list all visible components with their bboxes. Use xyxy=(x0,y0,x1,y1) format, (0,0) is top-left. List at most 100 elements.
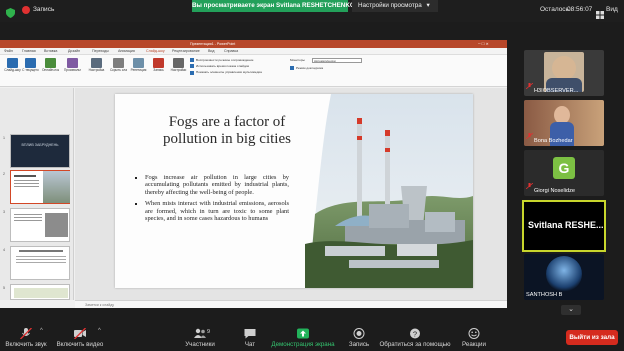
ribbon-tab[interactable]: Главная xyxy=(22,48,36,55)
slide-thumbnail-1[interactable]: ВПЛИВ ЗАБРУДНЕНЬ xyxy=(10,134,70,168)
record-button[interactable]: Запись xyxy=(344,326,374,351)
ribbon-tab[interactable]: Рецензирование xyxy=(172,48,200,55)
ribbon-tab[interactable]: Вид xyxy=(208,48,215,55)
ribbon-button[interactable]: Скрыть слайд xyxy=(110,58,127,72)
participant-tile-1[interactable]: H3IOBSERVER... xyxy=(524,50,604,96)
participants-icon xyxy=(194,328,206,338)
participant-name: Bona Bozhedar xyxy=(534,138,573,144)
record-button-label: Запись xyxy=(348,341,370,348)
grid-view-icon[interactable] xyxy=(596,6,604,24)
participant-name: Svitlana RESHE... xyxy=(528,220,604,230)
participant-tile-5[interactable]: SANTHOSH B xyxy=(524,254,604,300)
slide-thumbnail-2[interactable] xyxy=(10,170,70,204)
mic-muted-icon xyxy=(525,126,534,144)
chevron-down-icon: ▾ xyxy=(426,2,430,9)
ribbon-button-label: Произвольный xyxy=(64,68,81,72)
share-banner: Вы просматриваете экран Svitlana RESHETC… xyxy=(192,0,355,12)
ribbon-checkbox-label: Воспроизвести речевое сопровождение xyxy=(196,58,254,62)
notes-pane[interactable]: Заметки к слайду xyxy=(75,300,507,308)
ribbon-checkbox-label: Показать элементы управления мультимедиа xyxy=(196,70,262,75)
ribbon-checkbox[interactable]: Показать элементы управления мультимедиа xyxy=(190,70,262,75)
participants-button[interactable]: 9 Участники xyxy=(180,326,220,351)
view-label[interactable]: Вид xyxy=(606,5,618,15)
ribbon-button-label: Настройка xyxy=(88,68,105,72)
ribbon-tab[interactable]: Файл xyxy=(4,48,13,55)
record-label[interactable]: Запись xyxy=(33,5,54,15)
ribbon-tab[interactable]: Дизайн xyxy=(68,48,80,55)
ribbon-button-icon xyxy=(91,58,102,68)
ribbon-button-label: С текущего xyxy=(22,68,39,72)
ribbon-button-label: Репетиция xyxy=(130,68,147,72)
slide-thumbnail-4[interactable] xyxy=(10,246,70,280)
ribbon-button[interactable]: Слайд-шоу xyxy=(4,58,21,72)
video-off-icon xyxy=(74,328,86,339)
reactions-button[interactable]: Реакции xyxy=(458,326,490,351)
ribbon-checkbox[interactable]: Воспроизвести речевое сопровождение xyxy=(190,58,262,63)
ribbon-checkbox-label: Использовать время показа слайдов xyxy=(196,64,249,69)
mic-muted-icon xyxy=(525,176,534,194)
leave-room-button[interactable]: Выйти из зала xyxy=(566,330,618,345)
ribbon-button[interactable]: Настройка xyxy=(88,58,105,72)
participant-name: H3IOBSERVER... xyxy=(534,88,579,94)
ribbon-tab[interactable]: Вставка xyxy=(44,48,57,55)
ribbon-button-icon xyxy=(173,58,184,68)
monitor-select-value: Автоматически xyxy=(314,59,336,63)
slide-bullet: When mists interact with industrial emis… xyxy=(145,200,289,222)
slide-title: Fogs are a factor of pollution in big ci… xyxy=(163,114,291,147)
participant-tile-3[interactable]: G Giorgi Noselidze xyxy=(524,150,604,196)
ribbon-button[interactable]: Онлайн-показ xyxy=(42,58,59,72)
thumb-number: 5 xyxy=(3,286,5,290)
zoom-window: Запись Вы просматриваете экран Svitlana … xyxy=(0,0,624,351)
mic-muted-icon xyxy=(525,76,534,94)
thumb-number: 2 xyxy=(3,172,5,176)
ask-for-help-label: Обратиться за помощью xyxy=(379,341,451,348)
record-icon xyxy=(22,6,30,14)
ribbon-button[interactable]: Произвольный xyxy=(64,58,81,72)
slide-thumbnail-5[interactable] xyxy=(10,284,70,300)
share-screen-icon xyxy=(297,328,309,339)
ribbon-tab[interactable]: Переходы xyxy=(92,48,109,55)
shield-icon[interactable] xyxy=(6,5,15,23)
smiley-icon xyxy=(468,328,480,339)
ribbon-button-label: Настройки xyxy=(170,68,187,72)
ribbon-button[interactable]: С текущего xyxy=(22,58,39,72)
window-controls[interactable]: ─ ☐ ✕ xyxy=(478,40,489,48)
scroll-down-button[interactable]: ⌄ xyxy=(561,305,581,315)
slide-bullet: Fogs increase air pollution in large cit… xyxy=(145,174,289,196)
ribbon-checkbox[interactable]: Использовать время показа слайдов xyxy=(190,64,262,69)
ribbon-button[interactable]: Репетиция xyxy=(130,58,147,72)
active-speaker-tile[interactable]: Svitlana RESHE... xyxy=(522,200,606,252)
presenter-view-label: Режим докладчика xyxy=(296,66,324,70)
current-slide[interactable]: Fogs are a factor of pollution in big ci… xyxy=(115,94,473,288)
participant-tile-2[interactable]: Bona Bozhedar xyxy=(524,100,604,146)
chevron-up-icon[interactable]: ^ xyxy=(98,328,101,334)
chat-label: Чат xyxy=(244,341,256,348)
participant-avatar: G xyxy=(553,157,575,179)
share-screen-button[interactable]: Демонстрация экрана xyxy=(270,326,336,351)
participant-name: SANTHOSH B xyxy=(526,292,563,298)
svg-text:?: ? xyxy=(413,329,417,338)
ribbon-button[interactable]: Настройки xyxy=(170,58,187,72)
unmute-label: Включить звук xyxy=(5,341,47,348)
ribbon-tab[interactable]: Справка xyxy=(224,48,238,55)
thumb-title: ВПЛИВ ЗАБРУДНЕНЬ xyxy=(21,143,59,147)
unmute-button[interactable]: Включить звук xyxy=(0,326,52,351)
slide-thumbnail-3[interactable] xyxy=(10,208,70,242)
chat-icon xyxy=(244,329,256,339)
participant-name: Giorgi Noselidze xyxy=(534,188,576,194)
ribbon-tabs: Файл Главная Вставка Дизайн Переходы Анимация… xyxy=(0,48,507,56)
participants-count: 9 xyxy=(207,329,211,335)
ribbon-button[interactable]: Запись xyxy=(150,58,167,72)
help-icon: ? xyxy=(410,328,420,339)
ribbon-button-label: Онлайн-показ xyxy=(42,68,59,72)
presenter-view-checkbox[interactable]: Режим докладчика xyxy=(290,66,324,71)
ask-for-help-button[interactable]: ? Обратиться за помощью xyxy=(378,326,452,351)
powerpoint-title-bar: Презентация1 - PowerPoint ─ ☐ ✕ xyxy=(0,40,507,48)
powerpoint-title: Презентация1 - PowerPoint xyxy=(190,42,236,46)
ribbon-tab[interactable]: Анимация xyxy=(118,48,135,55)
chevron-up-icon[interactable]: ^ xyxy=(40,328,43,334)
monitor-select[interactable]: Автоматически xyxy=(312,58,362,63)
chat-button[interactable]: Чат xyxy=(236,326,264,351)
thumb-number: 3 xyxy=(3,210,5,214)
view-options-button[interactable]: Настройки просмотра ▾ xyxy=(352,0,438,12)
